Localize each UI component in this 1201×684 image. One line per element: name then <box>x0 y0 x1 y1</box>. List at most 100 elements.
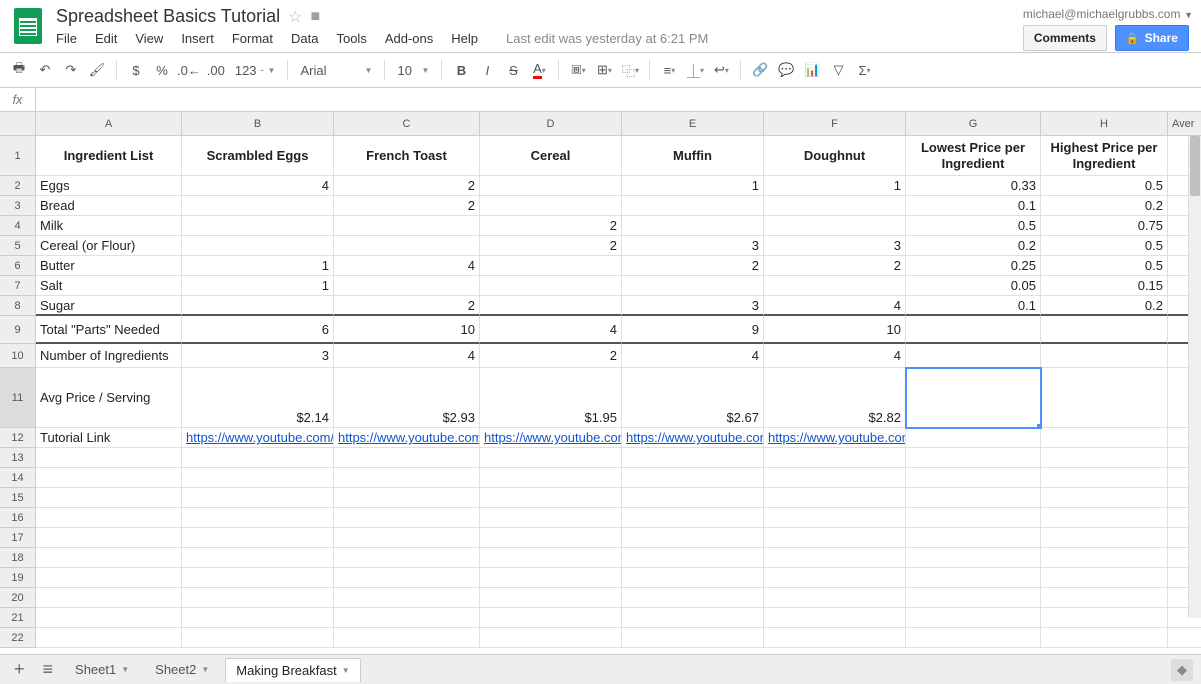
merge-button[interactable]: ⿻▾ <box>619 58 641 82</box>
cell[interactable]: Avg Price / Serving <box>36 368 182 428</box>
cell[interactable]: 0.33 <box>906 176 1041 196</box>
cell[interactable] <box>480 256 622 276</box>
cell[interactable] <box>480 528 622 548</box>
percent-button[interactable]: % <box>151 58 173 82</box>
cell[interactable] <box>334 448 480 468</box>
cell[interactable]: 1 <box>182 256 334 276</box>
cell[interactable] <box>1041 448 1168 468</box>
cell[interactable]: 0.05 <box>906 276 1041 296</box>
all-sheets-button[interactable]: ≡ <box>37 659 60 680</box>
paint-format-icon[interactable]: 🖌 <box>86 58 108 82</box>
header-cell[interactable]: Cereal <box>480 136 622 176</box>
chart-icon[interactable]: 📊 <box>801 58 823 82</box>
row-head[interactable]: 13 <box>0 448 36 468</box>
cell[interactable] <box>182 488 334 508</box>
menu-view[interactable]: View <box>135 31 163 46</box>
cell[interactable] <box>480 176 622 196</box>
cell[interactable]: Bread <box>36 196 182 216</box>
row-head[interactable]: 20 <box>0 588 36 608</box>
col-head[interactable]: G <box>906 112 1041 136</box>
comment-icon[interactable]: 💬 <box>775 58 797 82</box>
header-cell[interactable]: Highest Price per Ingredient <box>1041 136 1168 176</box>
cell[interactable] <box>764 568 906 588</box>
cell[interactable] <box>622 216 764 236</box>
row-head[interactable]: 17 <box>0 528 36 548</box>
cell[interactable]: $2.67 <box>622 368 764 428</box>
cell[interactable] <box>480 468 622 488</box>
select-all-corner[interactable] <box>0 112 36 136</box>
cell[interactable] <box>334 528 480 548</box>
cell[interactable] <box>334 508 480 528</box>
cell[interactable]: 1 <box>182 276 334 296</box>
cell[interactable] <box>906 488 1041 508</box>
row-head[interactable]: 2 <box>0 176 36 196</box>
cell[interactable] <box>764 196 906 216</box>
cell[interactable]: Butter <box>36 256 182 276</box>
h-align-button[interactable]: ≡▾ <box>658 58 680 82</box>
cell[interactable] <box>334 588 480 608</box>
user-email[interactable]: michael@michaelgrubbs.com <box>1023 7 1181 21</box>
col-head[interactable]: A <box>36 112 182 136</box>
cell[interactable]: 0.5 <box>1041 176 1168 196</box>
cell[interactable]: 0.5 <box>1041 256 1168 276</box>
row-head[interactable]: 12 <box>0 428 36 448</box>
cell[interactable]: 10 <box>334 316 480 344</box>
cell[interactable]: 0.75 <box>1041 216 1168 236</box>
filter-icon[interactable]: ▽ <box>827 58 849 82</box>
cell[interactable] <box>480 196 622 216</box>
vertical-scrollbar[interactable] <box>1188 136 1201 618</box>
cell[interactable] <box>622 448 764 468</box>
cell[interactable] <box>764 488 906 508</box>
link-icon[interactable]: 🔗 <box>749 58 771 82</box>
cell[interactable] <box>622 276 764 296</box>
currency-button[interactable]: $ <box>125 58 147 82</box>
col-head[interactable]: D <box>480 112 622 136</box>
col-head[interactable]: Aver <box>1168 112 1201 136</box>
row-head[interactable]: 19 <box>0 568 36 588</box>
text-color-button[interactable]: A▾ <box>528 58 550 82</box>
cell[interactable] <box>334 568 480 588</box>
row-head[interactable]: 14 <box>0 468 36 488</box>
formula-input[interactable] <box>36 88 1201 111</box>
cell[interactable] <box>1041 508 1168 528</box>
cell[interactable] <box>764 216 906 236</box>
cell[interactable] <box>36 608 182 628</box>
col-head[interactable]: E <box>622 112 764 136</box>
more-formats-button[interactable]: 123 - ▼ <box>231 63 280 78</box>
cell[interactable] <box>622 628 764 648</box>
menu-tools[interactable]: Tools <box>336 31 366 46</box>
cell[interactable] <box>1041 548 1168 568</box>
italic-button[interactable]: I <box>476 58 498 82</box>
row-head[interactable]: 4 <box>0 216 36 236</box>
cell[interactable] <box>906 448 1041 468</box>
wrap-button[interactable]: ↩▾ <box>710 58 732 82</box>
explore-button[interactable]: ◆ <box>1171 659 1193 681</box>
cell[interactable]: 9 <box>622 316 764 344</box>
menu-insert[interactable]: Insert <box>181 31 214 46</box>
cell[interactable] <box>36 468 182 488</box>
cell[interactable] <box>906 588 1041 608</box>
cell[interactable]: 4 <box>622 344 764 368</box>
menu-edit[interactable]: Edit <box>95 31 117 46</box>
cell[interactable] <box>182 468 334 488</box>
cell[interactable] <box>334 216 480 236</box>
cell[interactable] <box>764 468 906 488</box>
cell[interactable] <box>1041 468 1168 488</box>
header-cell[interactable]: Muffin <box>622 136 764 176</box>
star-icon[interactable]: ☆ <box>288 7 302 27</box>
cell[interactable] <box>764 548 906 568</box>
cell[interactable]: 3 <box>764 236 906 256</box>
sheet-tab-2[interactable]: Sheet2▼ <box>145 658 219 681</box>
folder-icon[interactable]: ■ <box>310 8 320 26</box>
functions-button[interactable]: Σ▾ <box>853 58 875 82</box>
sheet-tab-1[interactable]: Sheet1▼ <box>65 658 139 681</box>
account-caret-icon[interactable]: ▼ <box>1184 10 1193 20</box>
cell[interactable]: 4 <box>480 316 622 344</box>
cell[interactable] <box>334 276 480 296</box>
font-select[interactable]: Arial▼ <box>296 63 376 78</box>
cell[interactable] <box>182 196 334 216</box>
cell[interactable] <box>182 508 334 528</box>
row-head[interactable]: 21 <box>0 608 36 628</box>
cell[interactable] <box>480 548 622 568</box>
cell[interactable] <box>334 548 480 568</box>
